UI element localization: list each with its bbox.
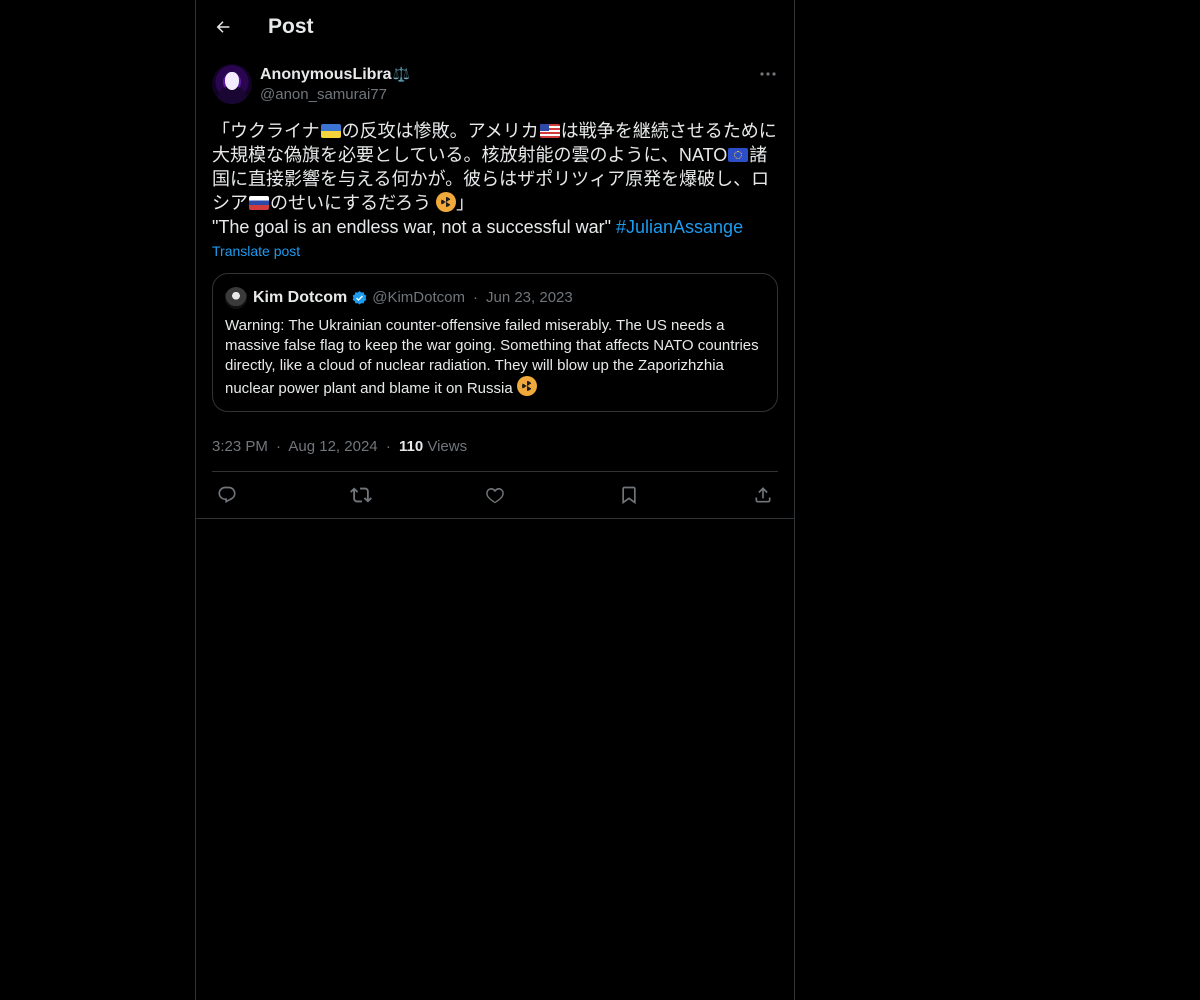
- author-handle[interactable]: @anon_samurai77: [260, 85, 410, 105]
- top-bar: Post: [196, 0, 794, 54]
- eu-flag-icon: [728, 148, 749, 162]
- post-text-segment: のせいにするだろう: [270, 193, 437, 213]
- hashtag-link[interactable]: #JulianAssange: [616, 217, 743, 237]
- post-metadata: 3:23 PM · Aug 12, 2024 · 110 Views: [212, 438, 778, 472]
- like-button[interactable]: [484, 484, 506, 506]
- ukraine-flag-icon: [320, 124, 341, 138]
- page-title: Post: [268, 15, 314, 38]
- post-text-segment: の反攻は惨敗。アメリカ: [341, 121, 539, 141]
- author-row: AnonymousLibra⚖️ @anon_samurai77: [212, 64, 778, 105]
- quoted-text-segment: Warning: The Ukrainian counter-offensive…: [225, 317, 759, 397]
- translate-post-link[interactable]: Translate post: [212, 243, 300, 259]
- quoted-post-header: Kim Dotcom @KimDotcom · Jun 23, 2023: [225, 286, 765, 310]
- post-text-segment: 「ウクライナ: [212, 121, 320, 141]
- reply-button[interactable]: [216, 484, 238, 506]
- post-text-english: "The goal is an endless war, not a succe…: [212, 215, 778, 239]
- repost-icon: [350, 484, 372, 506]
- quoted-date[interactable]: Jun 23, 2023: [486, 286, 573, 310]
- post-text-segment: 」: [456, 193, 475, 213]
- quoted-avatar[interactable]: [225, 287, 247, 309]
- bookmark-icon: [619, 485, 639, 505]
- post-text-japanese: 「ウクライナ の反攻は惨敗。アメリカ は戦争を継続させるために大規模な偽旗を必要とし…: [212, 119, 778, 215]
- views-count: 110: [398, 438, 424, 455]
- repost-button[interactable]: [350, 484, 372, 506]
- action-bar: [212, 472, 778, 518]
- us-flag-icon: [539, 124, 560, 138]
- separator: ·: [472, 289, 478, 306]
- russia-flag-icon: [249, 196, 269, 210]
- verified-badge-icon: [351, 290, 368, 307]
- back-button[interactable]: [212, 16, 234, 38]
- post-column: Post AnonymousLibra⚖️ @anon_samurai77 「ウ…: [195, 0, 795, 1000]
- more-options-button[interactable]: [758, 66, 778, 82]
- scales-emoji: ⚖️: [392, 66, 410, 82]
- ellipsis-icon: [760, 72, 776, 76]
- post-date[interactable]: Aug 12, 2024: [288, 438, 377, 455]
- radioactive-icon: [436, 192, 457, 212]
- post: AnonymousLibra⚖️ @anon_samurai77 「ウクライナの…: [196, 54, 794, 519]
- separator: ·: [385, 438, 391, 455]
- views-label: Views: [427, 438, 468, 455]
- share-button[interactable]: [752, 484, 774, 506]
- share-icon: [753, 485, 773, 505]
- post-time[interactable]: 3:23 PM: [212, 438, 268, 455]
- quoted-post-text: Warning: The Ukrainian counter-offensive…: [225, 316, 765, 399]
- quoted-display-name[interactable]: Kim Dotcom: [253, 286, 347, 310]
- quoted-handle[interactable]: @KimDotcom: [372, 286, 465, 310]
- post-text: 「ウクライナ の反攻は惨敗。アメリカ は戦争を継続させるために大規模な偽旗を必要とし…: [212, 119, 778, 239]
- post-text-segment: "The goal is an endless war, not a succe…: [212, 217, 616, 237]
- author-meta: AnonymousLibra⚖️ @anon_samurai77: [260, 64, 410, 105]
- quoted-post[interactable]: Kim Dotcom @KimDotcom · Jun 23, 2023 War…: [212, 273, 778, 412]
- arrow-left-icon: [214, 18, 232, 36]
- avatar[interactable]: [212, 64, 252, 104]
- bookmark-button[interactable]: [618, 484, 640, 506]
- radioactive-icon: [516, 376, 537, 396]
- heart-icon: [485, 485, 505, 505]
- reply-icon: [217, 485, 237, 505]
- separator: ·: [276, 438, 282, 455]
- author-display-name[interactable]: AnonymousLibra: [260, 66, 392, 83]
